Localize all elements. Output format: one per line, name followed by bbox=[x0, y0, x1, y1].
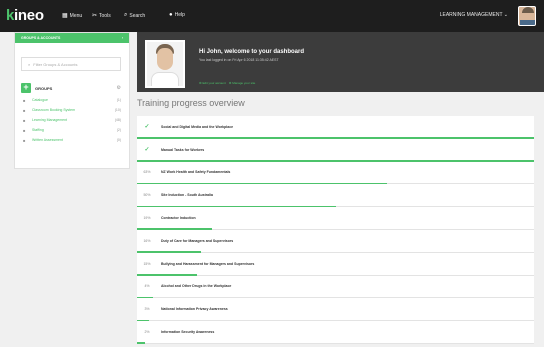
progress-row[interactable]: 4% Alcohol and Other Drugs in the Workpla… bbox=[137, 275, 534, 299]
help-label: Help bbox=[174, 12, 185, 18]
avatar-hair bbox=[522, 7, 534, 13]
grid-icon: ▦ bbox=[62, 13, 68, 19]
progress-bar bbox=[137, 342, 145, 344]
tools-nav[interactable]: ✂ Tools bbox=[92, 12, 111, 20]
sidebar-item[interactable]: ■ Classroom Booking System (10) bbox=[15, 105, 129, 115]
progress-percent: 15% bbox=[143, 261, 151, 266]
completed-check-icon: ✓ bbox=[144, 147, 150, 154]
help-icon: ● bbox=[169, 12, 173, 18]
sidebar-item-count: (2) bbox=[116, 128, 121, 132]
course-name[interactable]: Site Induction - South Australia bbox=[161, 193, 213, 197]
search-nav[interactable]: ⌕ Search bbox=[124, 12, 145, 19]
progress-row[interactable]: 15% Bullying and Harassment for Managers … bbox=[137, 252, 534, 276]
sidebar-header: GROUPS & ACCOUNTS ‹ bbox=[15, 33, 129, 43]
progress-row[interactable]: 63% NZ Work Health and Safety Fundamental… bbox=[137, 161, 534, 185]
menu-label: Menu bbox=[69, 12, 83, 19]
progress-row[interactable]: 3% National Information Privacy Awareness bbox=[137, 298, 534, 322]
sidebar-item-label: Classroom Booking System bbox=[32, 108, 75, 112]
sidebar-item[interactable]: ■ Staffing (2) bbox=[15, 125, 129, 135]
progress-percent: 4% bbox=[144, 284, 150, 289]
course-name[interactable]: Contractor Induction bbox=[161, 216, 196, 220]
tools-label: Tools bbox=[99, 12, 111, 19]
course-name[interactable]: NZ Work Health and Safety Fundamentals bbox=[161, 170, 230, 174]
progress-row[interactable]: ✓ Manual Tasks for Workers bbox=[137, 138, 534, 162]
group-list: ■ Catalogue (1) ■ Classroom Booking Syst… bbox=[15, 95, 129, 145]
wrench-icon: ✂ bbox=[92, 13, 98, 19]
progress-percent: 3% bbox=[144, 307, 150, 312]
training-progress-list: ✓ Social and Digital Media and the Workpl… bbox=[137, 116, 534, 344]
progress-row[interactable]: 2% Information Security Awareness bbox=[137, 321, 534, 344]
progress-row[interactable]: 16% Duty of Care for Managers and Supervi… bbox=[137, 229, 534, 253]
sidebar-item-count: (0) bbox=[116, 138, 121, 142]
course-name[interactable]: Social and Digital Media and the Workpla… bbox=[161, 125, 233, 129]
sidebar-item-count: (1) bbox=[116, 98, 121, 102]
learning-management-menu[interactable]: LEARNING MANAGEMENT ⌄ bbox=[440, 12, 508, 18]
welcome-greeting: Hi John, welcome to your dashboard bbox=[199, 49, 305, 55]
folder-icon: ■ bbox=[23, 127, 26, 133]
progress-percent: 50% bbox=[143, 193, 151, 198]
sidebar-item-count: (48) bbox=[114, 118, 121, 122]
progress-percent: 16% bbox=[143, 238, 151, 243]
help-nav[interactable]: ● Help bbox=[169, 12, 185, 18]
search-icon: ⌕ bbox=[28, 62, 31, 67]
photo-face bbox=[157, 48, 173, 70]
sidebar-item-label: Catalogue bbox=[32, 98, 48, 102]
search-placeholder: Filter Groups & Accounts bbox=[33, 62, 78, 67]
folder-icon: ■ bbox=[23, 117, 26, 123]
progress-row[interactable]: 50% Site Induction - South Australia bbox=[137, 184, 534, 208]
search-label: Search bbox=[129, 12, 146, 19]
user-avatar[interactable] bbox=[518, 6, 536, 26]
last-login-text: You last logged in on Fri Apr 6 2018 11:… bbox=[199, 58, 279, 62]
settings-icon[interactable]: ⚙ bbox=[117, 85, 121, 91]
photo-shirt bbox=[151, 72, 179, 86]
groups-row: + GROUPS ⚙ bbox=[15, 81, 129, 95]
folder-icon: ■ bbox=[23, 137, 26, 143]
edit-account-link[interactable]: ⚙ Edit your account bbox=[199, 81, 226, 85]
progress-percent: 63% bbox=[143, 170, 151, 175]
progress-row[interactable]: ✓ Social and Digital Media and the Workpl… bbox=[137, 116, 534, 139]
welcome-links: ⚙ Edit your account ⚙ Manage your site bbox=[199, 81, 255, 85]
course-name[interactable]: Bullying and Harassment for Managers and… bbox=[161, 262, 254, 266]
course-name[interactable]: Information Security Awareness bbox=[161, 330, 214, 334]
kineo-logo[interactable]: kineo bbox=[6, 7, 44, 24]
sidebar-title: GROUPS & ACCOUNTS bbox=[21, 36, 61, 40]
sidebar-item-label: Learning Management bbox=[32, 118, 68, 122]
menu-nav[interactable]: ▦ Menu bbox=[62, 12, 83, 20]
completed-check-icon: ✓ bbox=[144, 124, 150, 131]
sidebar-item[interactable]: ■ Written Assessment (0) bbox=[15, 135, 129, 145]
profile-photo[interactable] bbox=[145, 40, 185, 88]
search-icon: ⌕ bbox=[124, 12, 128, 18]
search-input[interactable]: ⌕ Filter Groups & Accounts bbox=[21, 57, 121, 71]
sidebar-item-label: Staffing bbox=[32, 128, 44, 132]
sidebar-item-count: (10) bbox=[114, 108, 121, 112]
progress-row[interactable]: 19% Contractor Induction bbox=[137, 207, 534, 230]
course-name[interactable]: National Information Privacy Awareness bbox=[161, 307, 228, 311]
manage-site-link[interactable]: ⚙ Manage your site bbox=[229, 81, 256, 85]
folder-icon: ■ bbox=[23, 97, 26, 103]
training-progress-title: Training progress overview bbox=[137, 98, 245, 108]
avatar-body bbox=[520, 20, 535, 25]
groups-label: GROUPS bbox=[35, 85, 53, 91]
course-name[interactable]: Manual Tasks for Workers bbox=[161, 148, 204, 152]
groups-sidebar: GROUPS & ACCOUNTS ‹ ⌕ Filter Groups & Ac… bbox=[14, 32, 130, 169]
collapse-icon[interactable]: ‹ bbox=[122, 36, 123, 40]
sidebar-item[interactable]: ■ Catalogue (1) bbox=[15, 95, 129, 105]
folder-icon: ■ bbox=[23, 107, 26, 113]
course-name[interactable]: Duty of Care for Managers and Supervisor… bbox=[161, 239, 233, 243]
sidebar-item[interactable]: ■ Learning Management (48) bbox=[15, 115, 129, 125]
course-name[interactable]: Alcohol and Other Drugs in the Workplace bbox=[161, 284, 231, 288]
add-group-button[interactable]: + bbox=[21, 83, 31, 93]
top-navigation-bar: kineo ▦ Menu ✂ Tools ⌕ Search ● Help LEA… bbox=[0, 0, 544, 32]
progress-percent: 19% bbox=[143, 216, 151, 221]
progress-percent: 2% bbox=[144, 330, 150, 335]
sidebar-item-label: Written Assessment bbox=[32, 138, 63, 142]
